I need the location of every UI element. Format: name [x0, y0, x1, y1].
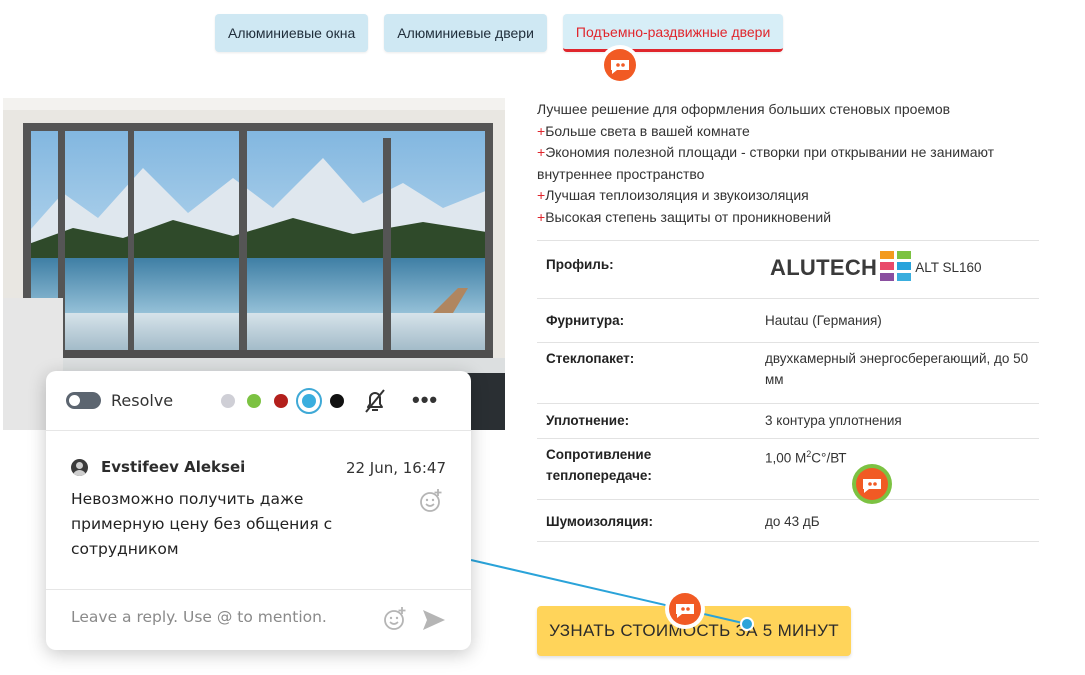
tab-lift-slide-doors[interactable]: Подъемно-раздвижные двери [562, 14, 784, 52]
spec-label: Шумоизоляция: [546, 514, 653, 529]
spec-value: 3 контура уплотнения [765, 413, 902, 428]
more-options-icon[interactable]: ••• [412, 387, 438, 413]
color-option-green[interactable] [247, 394, 261, 408]
resolve-toggle[interactable] [66, 392, 101, 409]
description-intro: Лучшее решение для оформления больших ст… [537, 101, 951, 117]
spec-row: Стеклопакет: двухкамерный энергосберегаю… [537, 342, 1039, 403]
spec-label: Сопротивление теплопередаче: [546, 447, 652, 483]
spec-row: Фурнитура: Hautau (Германия) [537, 298, 1039, 342]
comment-marker[interactable] [851, 463, 893, 505]
spec-value: двухкамерный энергосберегающий, до 50 мм [765, 351, 1029, 387]
add-emoji-icon[interactable] [382, 606, 408, 632]
spec-value: 1,00 М2С°/ВТ [765, 449, 847, 466]
spec-table: Профиль: ALUTECH ALT SL160 Фурнитура: Ha… [537, 240, 1039, 542]
color-option-black[interactable] [330, 394, 344, 408]
comment-marker[interactable] [599, 44, 641, 86]
spec-label: Стеклопакет: [546, 351, 635, 366]
spec-row: Сопротивление теплопередаче: 1,00 М2С°/В… [537, 438, 1039, 499]
comment-date: 22 Jun, 16:47 [345, 459, 446, 477]
comment-marker-active[interactable] [664, 588, 706, 630]
spec-row: Уплотнение: 3 контура уплотнения [537, 403, 1039, 438]
benefit-item: +Высокая степень защиты от проникновений [537, 208, 832, 225]
spec-row: Шумоизоляция: до 43 дБ [537, 499, 1039, 542]
spec-value: до 43 дБ [765, 514, 820, 529]
spec-label: Фурнитура: [546, 313, 625, 328]
tab-aluminum-windows[interactable]: Алюминиевые окна [215, 14, 369, 52]
benefit-item: +Лучшая теплоизоляция и звукоизоляция [537, 187, 809, 204]
alutech-logo: ALUTECH [770, 254, 878, 280]
comment-toolbar: Resolve ••• [46, 371, 471, 431]
spec-row-profile: Профиль: ALUTECH ALT SL160 [537, 240, 1039, 298]
profile-value: ALUTECH ALT SL160 [770, 251, 1040, 283]
reply-area [46, 589, 471, 650]
benefit-item: +Больше света в вашей комнате [537, 122, 750, 139]
spec-value: Hautau (Германия) [765, 313, 882, 328]
add-reaction-icon[interactable] [418, 488, 444, 514]
category-tabs: Алюминиевые окна Алюминиевые двери Подъе… [215, 14, 784, 52]
benefit-item: +Экономия полезной площади - створки при… [537, 144, 995, 182]
send-icon[interactable] [421, 608, 447, 632]
spec-label: Уплотнение: [546, 413, 630, 428]
comment-popup: Resolve ••• Evstifeev Aleksei 22 Jun, 16… [46, 371, 471, 650]
avatar [71, 459, 88, 476]
alutech-logo-icon [880, 251, 912, 281]
profile-model: ALT SL160 [915, 259, 982, 275]
resolve-label: Resolve [111, 391, 174, 410]
comment-text: Невозможно получить даже примерную цену … [71, 490, 333, 558]
product-description: Лучшее решение для оформления больших ст… [537, 99, 1047, 229]
comment-author: Evstifeev Aleksei [101, 458, 246, 476]
spec-label: Профиль: [546, 257, 614, 272]
tab-aluminum-doors[interactable]: Алюминиевые двери [384, 14, 547, 52]
color-option-gray[interactable] [221, 394, 235, 408]
color-option-blue[interactable] [302, 394, 316, 408]
mute-notifications-icon[interactable] [362, 387, 388, 415]
color-option-red[interactable] [274, 394, 288, 408]
reply-input[interactable] [71, 608, 371, 626]
